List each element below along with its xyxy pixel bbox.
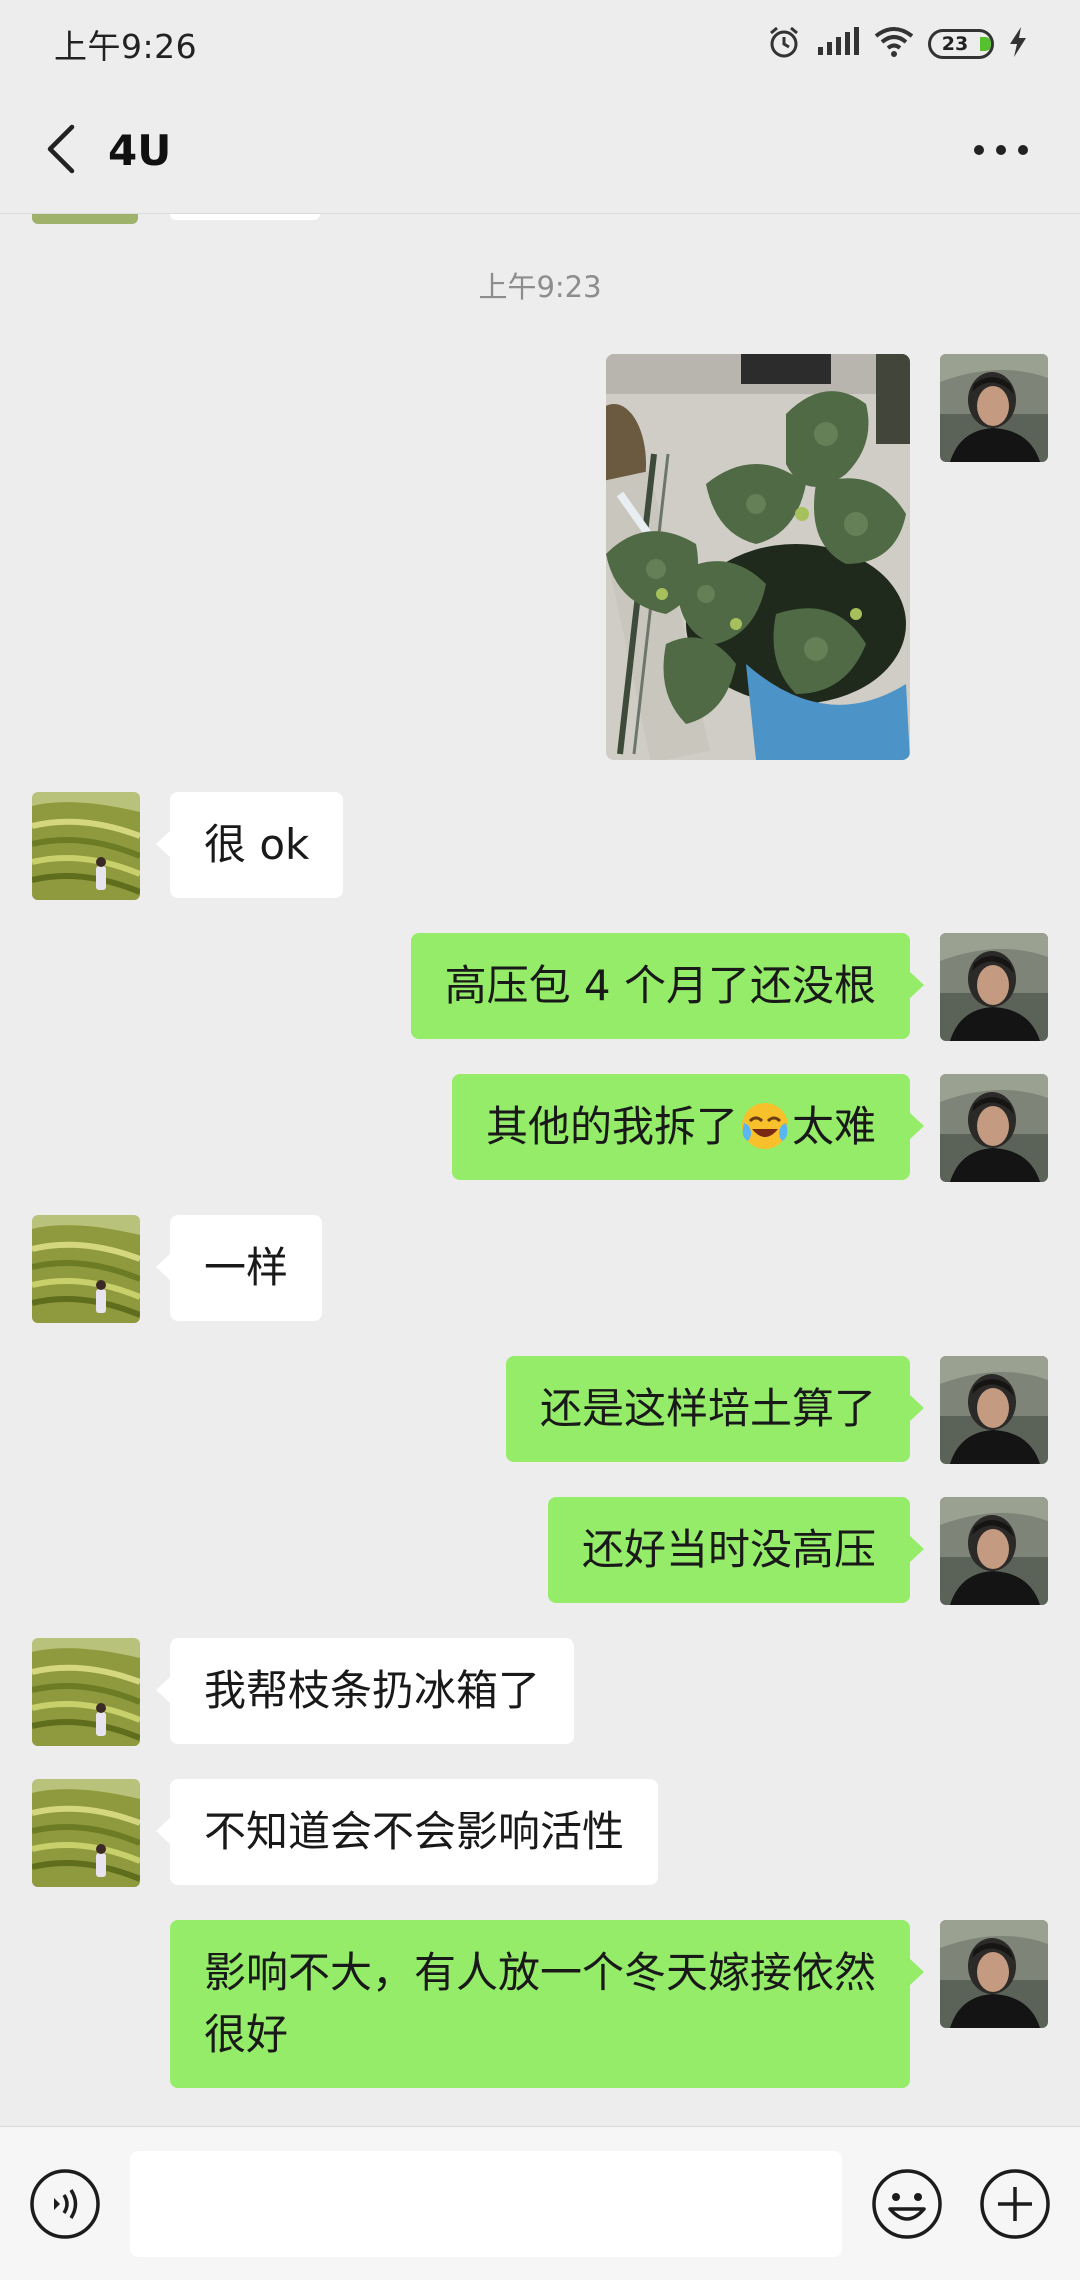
fig-plant-photo [606,354,910,760]
battery-level: 23 [941,33,969,55]
image-message[interactable] [606,354,910,760]
message-bubble-sent[interactable]: 还是这样培土算了 [505,1356,925,1462]
more-dots-icon [973,141,1029,160]
friend-avatar[interactable] [32,1779,140,1887]
status-icons: 23 [766,24,1028,64]
previous-avatar-edge [32,214,138,224]
message-bubble-received[interactable]: 一样 [155,1215,323,1321]
emoji-button[interactable] [870,2167,944,2241]
more-functions-button[interactable] [978,2167,1052,2241]
my-avatar[interactable] [940,1356,1048,1464]
friend-avatar[interactable] [32,1215,140,1323]
signal-icon [816,27,860,61]
my-avatar[interactable] [940,1497,1048,1605]
charging-icon [1008,26,1028,62]
more-button[interactable] [966,131,1036,171]
emoji-icon [870,2169,944,2245]
chat-header: 4U [0,88,1080,214]
my-avatar[interactable] [940,1920,1048,2028]
my-avatar[interactable] [940,933,1048,1041]
message-bubble-sent[interactable]: 还好当时没高压 [547,1497,925,1603]
plus-icon [978,2169,1052,2245]
chat-title: 4U [108,126,172,175]
message-text: 其他的我拆了 [485,1102,738,1151]
message-bubble-received[interactable]: 不知道会不会影响活性 [155,1779,659,1885]
status-time: 上午9:26 [54,27,198,66]
message-input[interactable] [130,2151,842,2257]
message-bubble-sent[interactable]: 影响不大，有人放一个冬天嫁接依然很好 [170,1920,924,2088]
my-avatar[interactable] [940,354,1048,462]
battery-icon: 23 [928,29,994,59]
message-bubble-sent[interactable]: 高压包 4 个月了还没根 [410,933,925,1039]
message-bubble-sent[interactable]: 其他的我拆了 太难 [451,1074,925,1180]
message-text: 太难 [791,1102,876,1151]
time-divider: 上午9:23 [478,270,602,304]
my-avatar[interactable] [940,1074,1048,1182]
input-bar [0,2126,1080,2280]
back-button[interactable] [30,121,90,181]
friend-avatar[interactable] [32,1638,140,1746]
message-bubble-received[interactable]: 很 ok [155,792,344,898]
alarm-icon [766,24,802,64]
message-bubble-received[interactable]: 我帮枝条扔冰箱了 [155,1638,575,1744]
status-bar: 上午9:26 23 [0,0,1080,88]
message-list[interactable]: 上午9:23 很 ok 高压包 4 个月了还没根 其他的我拆了 太难 一样 还是… [0,214,1080,2126]
wifi-icon [874,26,914,62]
laughing-crying-emoji [738,1097,792,1151]
chevron-left-icon [42,123,78,179]
voice-button[interactable] [28,2167,102,2241]
voice-icon [28,2169,102,2245]
previous-bubble-edge [170,214,320,220]
friend-avatar[interactable] [32,792,140,900]
